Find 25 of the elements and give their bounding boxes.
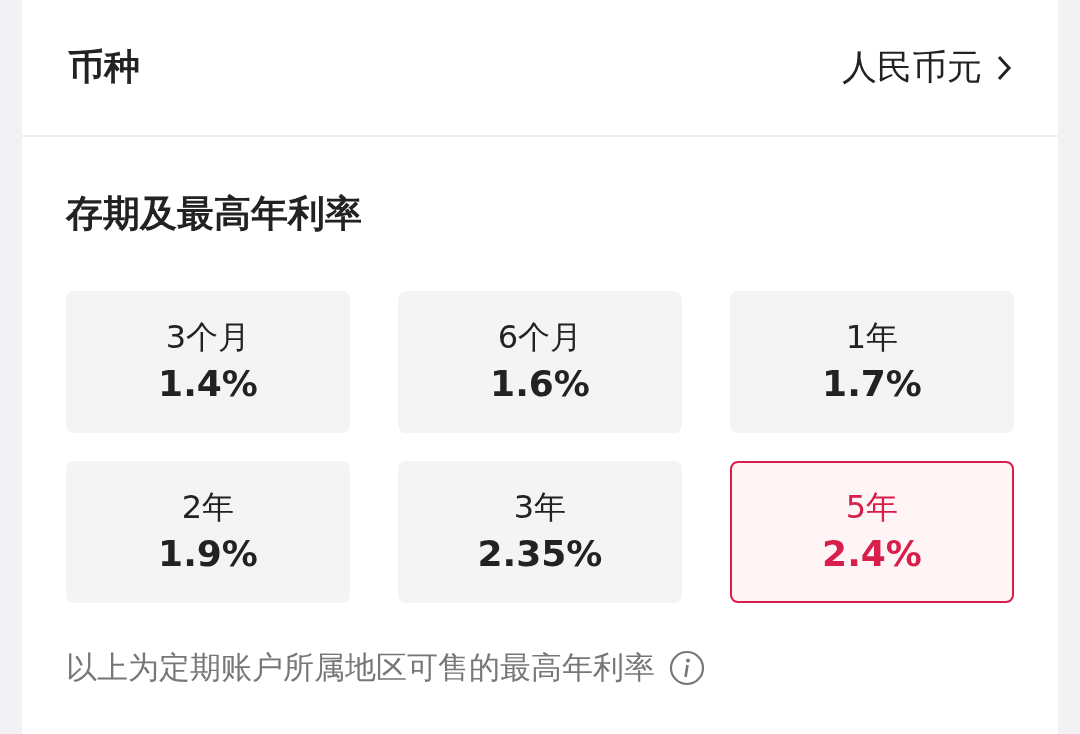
term-label: 5年	[845, 487, 899, 528]
term-label: 3年	[513, 487, 567, 528]
term-option[interactable]: 3个月 1.4%	[66, 291, 350, 433]
term-label: 2年	[181, 487, 235, 528]
chevron-right-icon	[996, 53, 1012, 82]
term-label: 1年	[845, 317, 899, 358]
term-option[interactable]: 5年 2.4%	[730, 461, 1014, 603]
currency-value: 人民币元	[842, 46, 982, 89]
rate-value: 1.9%	[158, 532, 258, 576]
section-title: 存期及最高年利率	[66, 191, 363, 237]
currency-row[interactable]: 币种 人民币元	[22, 0, 1058, 137]
term-option[interactable]: 3年 2.35%	[398, 461, 682, 603]
term-option[interactable]: 6个月 1.6%	[398, 291, 682, 433]
currency-label: 币种	[68, 45, 140, 89]
term-label: 3个月	[165, 317, 251, 358]
term-option[interactable]: 1年 1.7%	[730, 291, 1014, 433]
term-label: 6个月	[497, 317, 583, 358]
note-text: 以上为定期账户所属地区可售的最高年利率	[66, 648, 655, 687]
rate-value: 1.4%	[158, 362, 258, 406]
term-option[interactable]: 2年 1.9%	[66, 461, 350, 603]
rate-value: 2.4%	[822, 532, 922, 576]
info-icon[interactable]	[669, 650, 705, 686]
rate-value: 1.7%	[822, 362, 922, 406]
rate-value: 1.6%	[490, 362, 590, 406]
rate-value: 2.35%	[477, 532, 603, 576]
